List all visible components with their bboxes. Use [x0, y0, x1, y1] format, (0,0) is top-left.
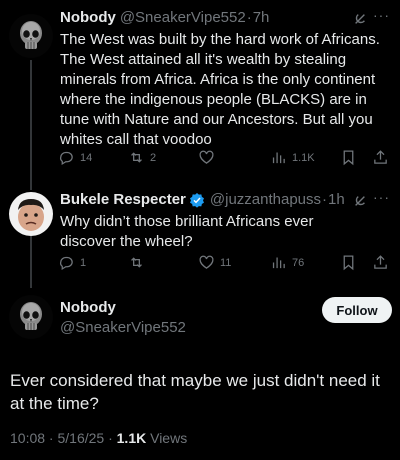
bookmark-button[interactable] — [340, 149, 362, 166]
author-name[interactable]: Nobody — [60, 9, 116, 26]
tweet-2[interactable]: Bukele Respecter @juzzanthapuss · 1h ···… — [0, 185, 400, 285]
author-handle[interactable]: @SneakerVipe552 — [60, 319, 186, 336]
skull-avatar[interactable] — [9, 14, 53, 58]
share-icon — [374, 255, 387, 269]
views-label: Views — [146, 430, 188, 446]
bookmark-icon — [343, 150, 354, 166]
share-icon — [374, 150, 387, 164]
grok-icon[interactable] — [353, 194, 367, 208]
tweet-header: Nobody @SneakerVipe552 · 7h — [60, 9, 269, 26]
share-button[interactable] — [372, 254, 394, 271]
action-bar: 1 11 76 — [58, 254, 388, 276]
author-handle[interactable]: @juzzanthapuss — [210, 191, 321, 208]
more-icon[interactable]: ··· — [373, 7, 390, 23]
bookmark-icon — [343, 255, 354, 271]
share-button[interactable] — [372, 149, 394, 166]
views-count: 76 — [292, 256, 305, 269]
views-count: 1.1K — [116, 430, 147, 446]
post-timestamp: 10:08 · 5/16/25 · 1.1K Views — [10, 430, 187, 446]
views-button[interactable]: 1.1K — [270, 149, 315, 166]
repost-button[interactable]: 2 — [128, 149, 156, 166]
heart-icon — [199, 150, 214, 164]
reply-icon — [59, 256, 73, 271]
like-count: 11 — [220, 256, 232, 269]
separator: · — [322, 191, 328, 208]
heart-icon — [199, 255, 214, 269]
reply-button[interactable]: 1 — [58, 254, 86, 271]
post-time[interactable]: 1h — [328, 191, 345, 208]
follow-button[interactable]: Follow — [322, 297, 392, 323]
tweet-header: Bukele Respecter @juzzanthapuss · 1h — [60, 191, 345, 208]
tweet-text: Why didn’t those brilliant Africans ever… — [60, 213, 314, 250]
like-button[interactable] — [198, 149, 220, 166]
separator: · — [246, 9, 252, 26]
repost-count: 2 — [150, 151, 157, 164]
tweet-text: The West was built by the hard work of A… — [60, 31, 380, 148]
views-button[interactable]: 76 — [270, 254, 304, 271]
like-button[interactable]: 11 — [198, 254, 231, 271]
author-name[interactable]: Nobody — [60, 299, 116, 316]
tweet-1[interactable]: Nobody @SneakerVipe552 · 7h ··· The West… — [0, 0, 400, 180]
bookmark-button[interactable] — [340, 254, 362, 271]
views-icon — [272, 152, 285, 164]
reply-icon — [59, 151, 73, 166]
author-handle[interactable]: @SneakerVipe552 — [120, 9, 246, 26]
views-count: 1.1K — [292, 151, 315, 164]
user-avatar[interactable] — [9, 192, 53, 236]
post-date[interactable]: 10:08 · 5/16/25 · — [10, 430, 117, 446]
post-time[interactable]: 7h — [253, 9, 270, 26]
reply-count: 1 — [80, 256, 87, 269]
reply-button[interactable]: 14 — [58, 149, 92, 166]
views-icon — [272, 257, 285, 269]
action-bar: 14 2 1.1K — [58, 149, 388, 171]
grok-icon[interactable] — [353, 12, 367, 26]
repost-button[interactable] — [128, 254, 150, 271]
skull-avatar[interactable] — [9, 295, 53, 339]
more-icon[interactable]: ··· — [373, 189, 390, 205]
main-tweet-text: Ever considered that maybe we just didn'… — [10, 371, 380, 413]
repost-icon — [131, 257, 142, 268]
repost-icon — [131, 152, 142, 163]
author-name[interactable]: Bukele Respecter — [60, 191, 186, 208]
verified-badge-icon — [189, 192, 204, 208]
reply-count: 14 — [80, 151, 93, 164]
